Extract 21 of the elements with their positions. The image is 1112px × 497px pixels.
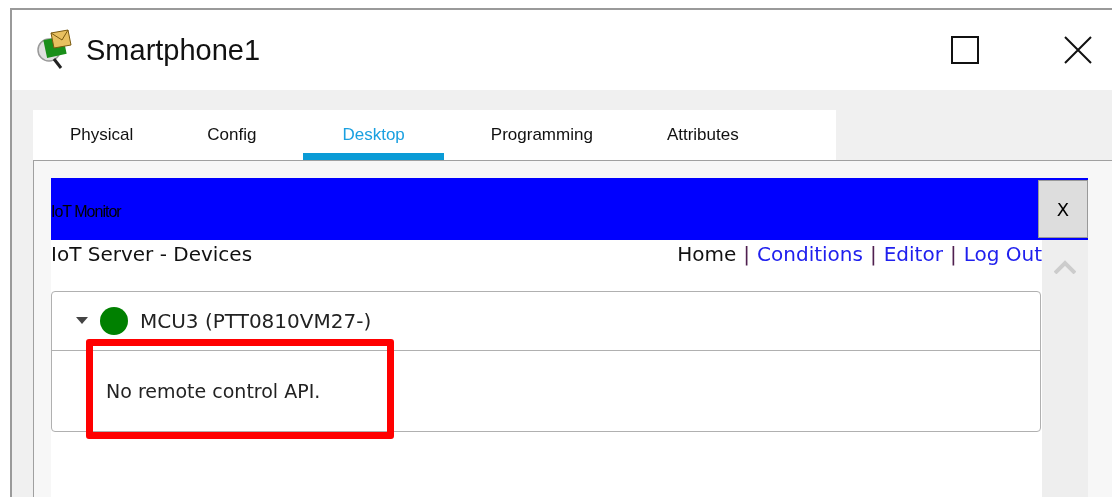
window-title: Smartphone1 <box>86 33 261 67</box>
nav-link[interactable]: Editor <box>883 242 943 266</box>
tab[interactable]: Attributes <box>629 110 776 160</box>
caret-icon[interactable] <box>76 317 88 325</box>
page-heading: IoT Server - Devices <box>51 242 253 266</box>
device-name: MCU3 (PTT0810VM27-) <box>140 309 372 333</box>
nav-separator: | <box>743 242 751 266</box>
nav-separator: | <box>869 242 877 266</box>
app-title: IoT Monitor <box>51 202 121 221</box>
close-button[interactable]: X <box>1038 180 1088 238</box>
tab[interactable]: Physical <box>33 110 171 160</box>
tab[interactable]: Programming <box>453 110 630 160</box>
nav-link[interactable]: Log Out <box>963 242 1042 266</box>
nav-separator: | <box>949 242 957 266</box>
device-message: No remote control API. <box>106 380 321 402</box>
nav-link[interactable]: Conditions <box>757 242 863 266</box>
tab[interactable]: Config <box>170 110 294 160</box>
close-icon[interactable] <box>1064 36 1092 64</box>
nav-link[interactable]: Home <box>677 242 737 266</box>
maximize-icon[interactable] <box>951 36 979 64</box>
scrollbar[interactable] <box>1042 240 1088 497</box>
